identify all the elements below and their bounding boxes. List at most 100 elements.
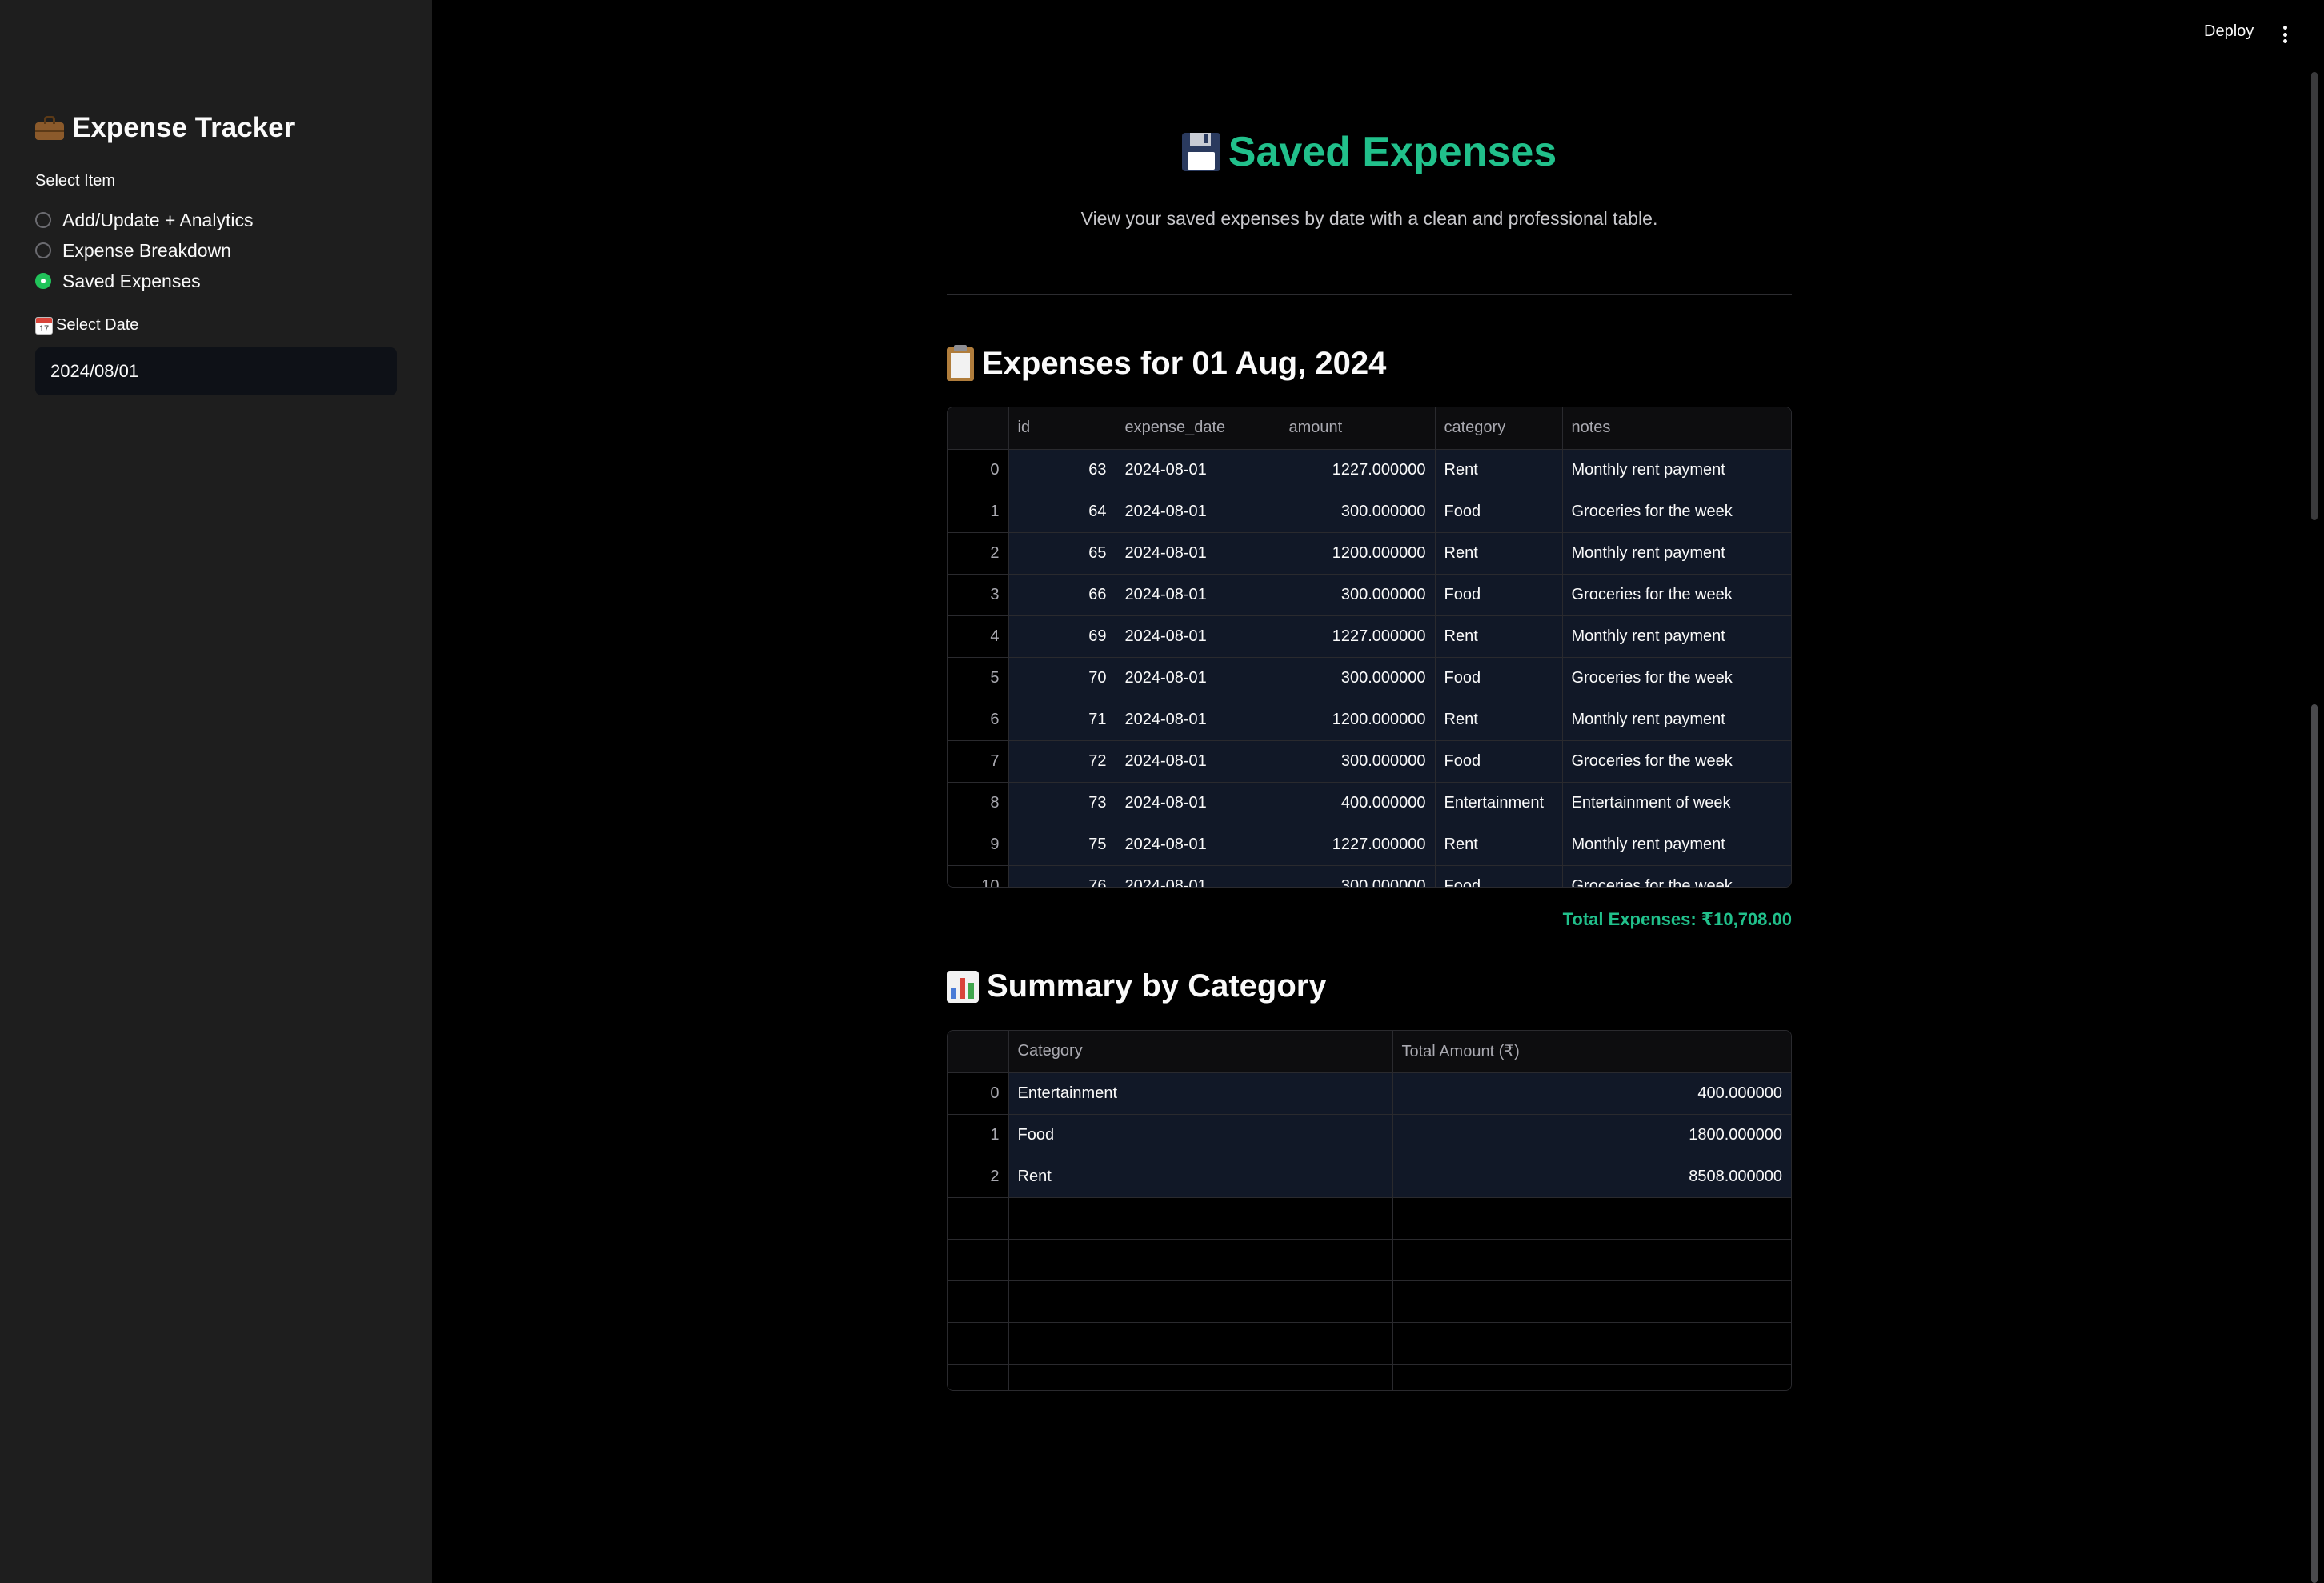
table-cell[interactable]: 2024-08-01	[1116, 574, 1280, 616]
table-row[interactable]: 7 72 2024-08-01 300.000000 Food Groceries for…	[948, 740, 1791, 783]
table-cell[interactable]: Groceries for the week	[1562, 574, 1791, 616]
table-cell[interactable]: Entertainment	[1435, 782, 1563, 824]
table-row[interactable]: 1 Food 1800.000000	[948, 1114, 1791, 1156]
scrollbar-thumb-lower[interactable]	[2311, 704, 2318, 1583]
table-cell[interactable]: Food	[1435, 491, 1563, 533]
table-cell[interactable]: 300.000000	[1280, 657, 1436, 699]
table-cell[interactable]: Groceries for the week	[1562, 491, 1791, 533]
table-row[interactable]: 8 73 2024-08-01 400.000000 Entertainment Ente…	[948, 782, 1791, 824]
table-cell[interactable]: 300.000000	[1280, 491, 1436, 533]
table-cell[interactable]: 64	[1008, 491, 1116, 533]
row-index-cell[interactable]: 0	[948, 449, 1009, 491]
table-cell[interactable]: 75	[1008, 824, 1116, 866]
table-cell[interactable]: Entertainment of week	[1562, 782, 1791, 824]
row-index-cell[interactable]: 9	[948, 824, 1009, 866]
deploy-button[interactable]: Deploy	[2204, 22, 2254, 41]
table-cell[interactable]: 300.000000	[1280, 740, 1436, 783]
column-header[interactable]: id	[1008, 407, 1116, 450]
column-header[interactable]: Total Amount (₹)	[1392, 1031, 1791, 1073]
scrollbar-thumb[interactable]	[2311, 72, 2318, 520]
radio-saved-expenses[interactable]: Saved Expenses	[35, 266, 253, 296]
table-cell[interactable]: 2024-08-01	[1116, 449, 1280, 491]
column-header[interactable]: category	[1435, 407, 1563, 450]
table-cell[interactable]: 2024-08-01	[1116, 740, 1280, 783]
table-row[interactable]: 4 69 2024-08-01 1227.000000 Rent Monthly rent…	[948, 615, 1791, 658]
table-row[interactable]: 1 64 2024-08-01 300.000000 Food Groceries for…	[948, 491, 1791, 533]
table-row[interactable]: 2 65 2024-08-01 1200.000000 Rent Monthly rent…	[948, 532, 1791, 575]
row-index-cell[interactable]: 1	[948, 1114, 1009, 1156]
table-cell[interactable]: 400.000000	[1280, 782, 1436, 824]
table-cell[interactable]: Food	[1435, 865, 1563, 887]
table-cell[interactable]: 2024-08-01	[1116, 657, 1280, 699]
table-cell[interactable]: Rent	[1435, 824, 1563, 866]
table-row[interactable]: 9 75 2024-08-01 1227.000000 Rent Monthly rent…	[948, 824, 1791, 866]
row-index-cell[interactable]: 0	[948, 1072, 1009, 1115]
expenses-table[interactable]: id expense_date amount category notes 06…	[947, 407, 1792, 888]
table-cell[interactable]: 1200.000000	[1280, 532, 1436, 575]
row-index-cell[interactable]: 7	[948, 740, 1009, 783]
table-cell[interactable]: 2024-08-01	[1116, 532, 1280, 575]
table-cell[interactable]: 8508.000000	[1392, 1156, 1791, 1198]
table-cell[interactable]: 1800.000000	[1392, 1114, 1791, 1156]
table-cell[interactable]: Rent	[1435, 615, 1563, 658]
table-cell[interactable]: Rent	[1435, 699, 1563, 741]
table-cell[interactable]: 2024-08-01	[1116, 782, 1280, 824]
table-cell[interactable]: 69	[1008, 615, 1116, 658]
radio-add-update-analytics[interactable]: Add/Update + Analytics	[35, 205, 253, 235]
table-cell[interactable]: Monthly rent payment	[1562, 449, 1791, 491]
table-cell[interactable]: Monthly rent payment	[1562, 615, 1791, 658]
main-menu-icon[interactable]	[2282, 26, 2287, 43]
table-cell[interactable]: Food	[1008, 1114, 1393, 1156]
row-index-cell[interactable]: 4	[948, 615, 1009, 658]
table-row[interactable]: 10 76 2024-08-01 300.000000 Food Groceries fo…	[948, 865, 1791, 887]
table-cell[interactable]: Rent	[1435, 532, 1563, 575]
table-row[interactable]: 2 Rent 8508.000000	[948, 1156, 1791, 1198]
table-cell[interactable]: 300.000000	[1280, 865, 1436, 887]
radio-expense-breakdown[interactable]: Expense Breakdown	[35, 235, 253, 266]
table-cell[interactable]: 71	[1008, 699, 1116, 741]
row-index-cell[interactable]: 6	[948, 699, 1009, 741]
table-cell[interactable]: 73	[1008, 782, 1116, 824]
table-row[interactable]: 0 63 2024-08-01 1227.000000 Rent Monthly rent…	[948, 449, 1791, 491]
table-cell[interactable]: Food	[1435, 657, 1563, 699]
table-cell[interactable]: 70	[1008, 657, 1116, 699]
table-row[interactable]: 5 70 2024-08-01 300.000000 Food Groceries for…	[948, 657, 1791, 699]
table-cell[interactable]: Monthly rent payment	[1562, 824, 1791, 866]
row-index-cell[interactable]: 8	[948, 782, 1009, 824]
table-cell[interactable]: 300.000000	[1280, 574, 1436, 616]
row-index-cell[interactable]: 1	[948, 491, 1009, 533]
table-cell[interactable]: Monthly rent payment	[1562, 699, 1791, 741]
table-cell[interactable]: 66	[1008, 574, 1116, 616]
table-cell[interactable]: 76	[1008, 865, 1116, 887]
table-cell[interactable]: 63	[1008, 449, 1116, 491]
row-index-cell[interactable]: 5	[948, 657, 1009, 699]
row-index-cell[interactable]: 2	[948, 1156, 1009, 1198]
table-cell[interactable]: 1227.000000	[1280, 449, 1436, 491]
table-cell[interactable]: 1227.000000	[1280, 615, 1436, 658]
table-cell[interactable]: Entertainment	[1008, 1072, 1393, 1115]
row-index-cell[interactable]: 2	[948, 532, 1009, 575]
table-cell[interactable]: Rent	[1008, 1156, 1393, 1198]
row-index-cell[interactable]: 10	[948, 865, 1009, 887]
column-header[interactable]	[948, 407, 1009, 450]
table-cell[interactable]: 2024-08-01	[1116, 865, 1280, 887]
table-cell[interactable]: 2024-08-01	[1116, 699, 1280, 741]
table-cell[interactable]: 2024-08-01	[1116, 824, 1280, 866]
table-cell[interactable]: 65	[1008, 532, 1116, 575]
table-cell[interactable]: 1227.000000	[1280, 824, 1436, 866]
row-index-cell[interactable]: 3	[948, 574, 1009, 616]
column-header[interactable]: amount	[1280, 407, 1436, 450]
table-row[interactable]: 3 66 2024-08-01 300.000000 Food Groceries for…	[948, 574, 1791, 616]
table-row[interactable]: 6 71 2024-08-01 1200.000000 Rent Monthly rent…	[948, 699, 1791, 741]
table-cell[interactable]: Food	[1435, 574, 1563, 616]
column-header[interactable]: notes	[1562, 407, 1791, 450]
column-header[interactable]: expense_date	[1116, 407, 1280, 450]
table-cell[interactable]: Rent	[1435, 449, 1563, 491]
table-cell[interactable]: 2024-08-01	[1116, 615, 1280, 658]
table-cell[interactable]: 1200.000000	[1280, 699, 1436, 741]
table-cell[interactable]: 400.000000	[1392, 1072, 1791, 1115]
table-cell[interactable]: Groceries for the week	[1562, 657, 1791, 699]
summary-table[interactable]: Category Total Amount (₹) 0 Entertainment…	[947, 1030, 1792, 1391]
table-cell[interactable]: Monthly rent payment	[1562, 532, 1791, 575]
table-cell[interactable]: 72	[1008, 740, 1116, 783]
